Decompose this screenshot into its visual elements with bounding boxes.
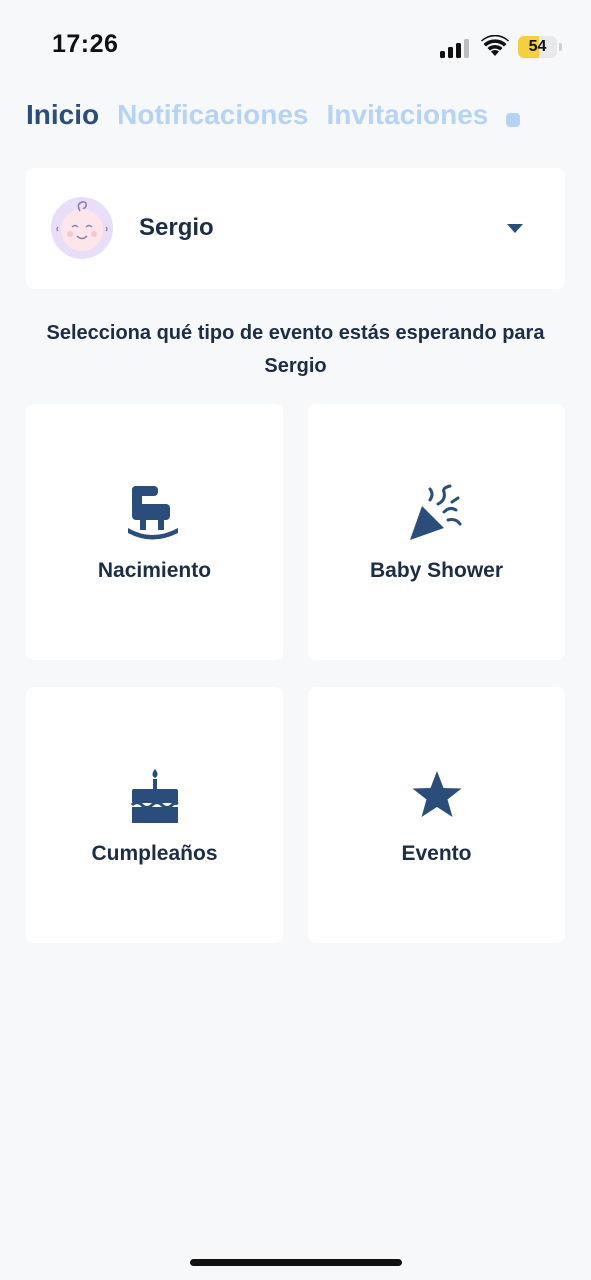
event-card-nacimiento[interactable]: Nacimiento [26,404,283,660]
baby-avatar-icon [51,197,113,259]
battery-level: 54 [528,38,547,55]
star-icon [412,771,462,817]
event-card-label: Cumpleaños [91,842,218,865]
status-time: 17:26 [52,30,119,58]
tab-inicio[interactable]: Inicio [26,96,99,134]
event-card-label: Baby Shower [369,559,504,582]
tab-invitaciones[interactable]: Invitaciones [327,96,489,134]
tab-notificaciones[interactable]: Notificaciones [117,96,308,134]
status-bar: 17:26 54 [0,0,591,92]
event-type-prompt: Selecciona qué tipo de evento estás espe… [46,322,545,377]
cellular-signal-icon [440,39,469,58]
event-card-cumpleanos[interactable]: Cumpleaños [26,687,283,943]
event-card-evento[interactable]: Evento [308,687,565,943]
child-name: Sergio [139,214,214,241]
battery-icon: 54 [518,36,557,58]
home-indicator[interactable] [190,1259,402,1266]
top-tabs: Inicio Notificaciones Invitaciones [26,96,591,136]
dropdown-caret-icon[interactable] [507,224,523,233]
battery-indicator: 54 [518,36,562,58]
battery-tip [559,43,562,51]
party-popper-icon [410,484,462,540]
wifi-icon [481,35,509,56]
tab-overflow-icon[interactable] [506,112,521,127]
child-selector[interactable]: Sergio [26,168,565,289]
rocking-cradle-icon [128,486,178,540]
event-card-baby-shower[interactable]: Baby Shower [308,404,565,660]
event-card-label: Nacimiento [97,559,212,582]
event-card-label: Evento [401,842,472,865]
birthday-cake-icon [130,769,179,823]
